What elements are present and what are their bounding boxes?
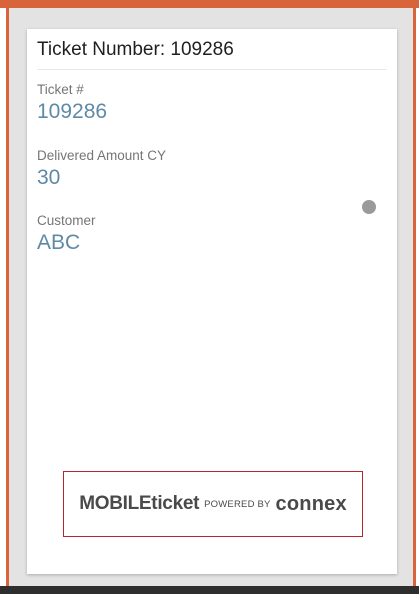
app-frame: Ticket Number: 109286 Ticket # 109286 De…	[0, 0, 419, 594]
logo-product-name: MOBILEticket	[79, 493, 200, 514]
logo-brand-name: connex	[275, 492, 347, 515]
field-delivered-amount: Delivered Amount CY 30	[37, 148, 166, 190]
frame-border-left	[6, 6, 9, 594]
scroll-indicator-dot[interactable]	[362, 200, 376, 214]
field-value: 30	[37, 166, 61, 189]
field-value: 109286	[37, 100, 108, 123]
frame-border-top	[0, 0, 419, 8]
field-customer: Customer ABC	[37, 213, 96, 255]
mobileticket-logo: MOBILEticket POWERED BY connex	[63, 471, 363, 537]
field-label: Ticket #	[37, 82, 84, 97]
field-value: ABC	[37, 231, 81, 254]
field-label: Customer	[37, 213, 96, 228]
screen-bottom-bar	[0, 586, 419, 594]
ticket-card-title: Ticket Number: 109286	[37, 39, 234, 60]
field-label: Delivered Amount CY	[37, 148, 167, 163]
ticket-card: Ticket Number: 109286 Ticket # 109286 De…	[27, 29, 397, 574]
field-ticket-number: Ticket # 109286	[37, 82, 107, 124]
ticket-card-header: Ticket Number: 109286	[37, 39, 387, 70]
logo-powered-by: POWERED BY	[204, 498, 271, 510]
frame-border-right	[413, 6, 416, 594]
